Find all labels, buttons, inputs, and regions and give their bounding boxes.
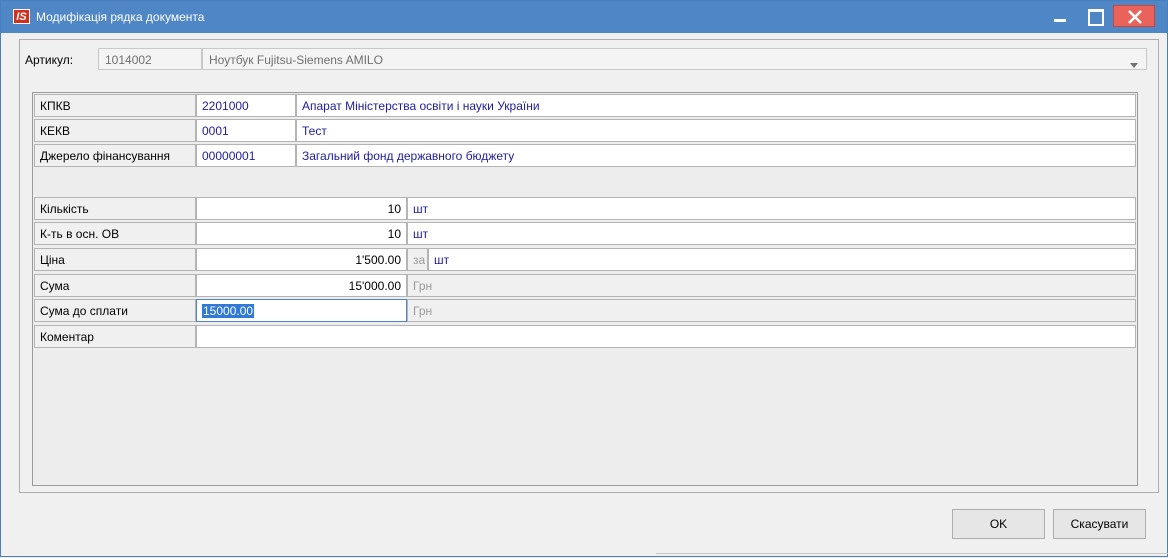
app-logo-icon: IS [13, 9, 30, 24]
price-label: Ціна [34, 248, 196, 271]
kpkv-name-field[interactable]: Апарат Міністерства освіти і науки Украї… [296, 94, 1136, 117]
quantity-unit[interactable]: шт [407, 197, 1136, 220]
sum-to-pay-label: Сума до сплати [34, 299, 196, 322]
dialog-window: IS Модифікація рядка документа Артикул: … [0, 0, 1168, 557]
comment-field[interactable] [196, 325, 1136, 348]
sum-currency: Грн [407, 274, 1136, 297]
quantity-field[interactable]: 10 [196, 197, 407, 220]
ok-button[interactable]: OK [952, 509, 1045, 539]
sum-to-pay-input[interactable]: 15000.00 [196, 299, 407, 322]
quantity-os-field[interactable]: 10 [196, 222, 407, 245]
price-field[interactable]: 1'500.00 [196, 248, 407, 271]
window-title: Модифікація рядка документа [36, 10, 205, 24]
content-frame: Артикул: 1014002 Ноутбук Fujitsu-Siemens… [19, 39, 1159, 493]
sum-to-pay-value: 15000.00 [202, 304, 255, 318]
funding-source-name-field[interactable]: Загальний фонд державного бюджету [296, 144, 1136, 167]
price-unit[interactable]: шт [428, 248, 1136, 271]
quantity-os-unit[interactable]: шт [407, 222, 1136, 245]
close-icon [1128, 10, 1142, 24]
kekv-code-field[interactable]: 0001 [196, 119, 296, 142]
price-per-label: за [407, 248, 428, 271]
sum-label: Сума [34, 274, 196, 297]
sum-field[interactable]: 15'000.00 [196, 274, 407, 297]
cancel-button[interactable]: Скасувати [1053, 509, 1146, 539]
article-label: Артикул: [25, 53, 74, 67]
title-bar[interactable]: IS Модифікація рядка документа [1, 1, 1167, 33]
article-code-field[interactable]: 1014002 [98, 48, 202, 70]
kekv-name-field[interactable]: Тест [296, 119, 1136, 142]
kpkv-code-field[interactable]: 2201000 [196, 94, 296, 117]
kekv-label: КЕКВ [34, 119, 196, 142]
minimize-icon[interactable] [1045, 5, 1075, 27]
close-button[interactable] [1113, 5, 1155, 27]
maximize-icon[interactable] [1079, 5, 1109, 27]
status-divider [656, 553, 1168, 558]
sum-to-pay-currency: Грн [407, 299, 1136, 322]
article-name-value: Ноутбук Fujitsu-Siemens AMILO [209, 53, 383, 67]
funding-source-code-field[interactable]: 00000001 [196, 144, 296, 167]
article-name-select[interactable]: Ноутбук Fujitsu-Siemens AMILO [202, 48, 1147, 70]
kpkv-label: КПКВ [34, 94, 196, 117]
properties-grid: КПКВ 2201000 Апарат Міністерства освіти … [32, 92, 1138, 486]
quantity-os-label: К-ть в осн. ОВ [34, 222, 196, 245]
funding-source-label: Джерело фінансування [34, 144, 196, 167]
quantity-label: Кількість [34, 197, 196, 220]
comment-label: Коментар [34, 325, 196, 348]
chevron-down-icon[interactable] [1130, 63, 1138, 68]
